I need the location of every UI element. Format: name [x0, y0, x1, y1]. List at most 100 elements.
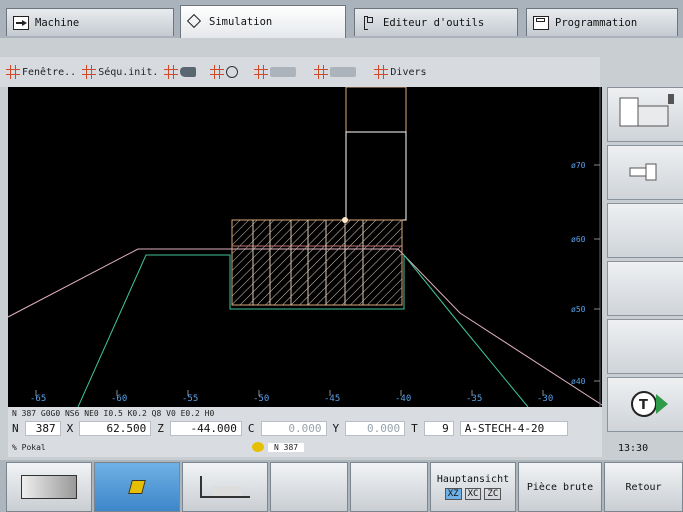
mini-n-value: N 387 — [268, 442, 305, 452]
y-tick-label: ø40 — [571, 377, 586, 386]
timer-button[interactable] — [210, 65, 239, 79]
grid-icon — [314, 65, 329, 79]
z-value: -44.000 — [169, 420, 242, 436]
simulation-diamond-icon — [186, 13, 203, 29]
y-tick-label: ø60 — [571, 235, 586, 244]
n-label: N — [12, 421, 19, 435]
start-sequence-label: Séqu.init. — [98, 66, 159, 78]
x-tick-label: -65 — [30, 394, 46, 404]
y-tick-label: ø50 — [571, 305, 586, 314]
tab-programming-label: Programmation — [555, 16, 638, 29]
tab-simulation-label: Simulation — [209, 16, 273, 28]
n-value: 387 — [24, 420, 61, 436]
x-tick-label: -45 — [324, 394, 340, 404]
workpiece-icon — [180, 67, 197, 77]
grid-icon — [164, 65, 179, 79]
view-xc-toggle[interactable]: XC — [464, 488, 482, 500]
grid-icon — [210, 65, 225, 79]
c-value: 0.000 — [260, 420, 327, 436]
grid-icon — [254, 65, 269, 79]
tool-turret-button[interactable]: T — [607, 377, 683, 432]
y-label: Y — [332, 421, 340, 435]
workpiece-view-button[interactable] — [164, 65, 197, 79]
finished-part-icon — [200, 476, 250, 498]
simulation-view[interactable]: -65 -60 -55 -50 -45 -40 -35 -30 ø70 ø60 … — [8, 87, 602, 407]
x-tick-label: -55 — [182, 394, 198, 404]
y-tick-label: ø70 — [571, 161, 586, 170]
status-panel: N 387 G0G0 NS6 NE0 I0.5 K0.2 Q8 V0 E0.2 … — [8, 407, 602, 457]
side-softkeys: T 13:30 — [604, 87, 683, 457]
side-button-4[interactable] — [607, 261, 683, 316]
machine-view-button[interactable] — [607, 87, 683, 142]
x-tick-label: -40 — [395, 394, 411, 404]
z-label: Z — [157, 421, 164, 435]
x-tick-label: -30 — [537, 394, 553, 404]
machine-arrow-icon — [13, 15, 29, 30]
tab-bar: Machine Simulation Editeur d'outils Prog… — [0, 0, 683, 38]
contour-button[interactable] — [314, 65, 357, 79]
graphics-toolbar: Fenêtre.. Séqu.init. Divers — [0, 57, 600, 87]
x-value: 62.500 — [79, 420, 152, 436]
tool-blade — [345, 131, 407, 221]
view-zc-toggle[interactable]: ZC — [484, 488, 502, 500]
tool-slot-icon — [629, 163, 657, 181]
tab-tool-editor-label: Editeur d'outils — [383, 16, 485, 29]
tab-programming[interactable]: Programmation — [526, 8, 678, 36]
misc-button[interactable]: Divers — [374, 65, 427, 79]
window-label: Fenêtre.. — [22, 66, 77, 78]
tab-simulation[interactable]: Simulation — [180, 5, 346, 38]
misc-label: Divers — [390, 66, 427, 78]
back-button[interactable]: Retour — [604, 462, 683, 512]
tab-machine-label: Machine — [35, 16, 80, 29]
blank-contour-button[interactable] — [6, 462, 92, 512]
contour-icon — [330, 67, 357, 77]
machined-area — [231, 219, 403, 306]
path-button[interactable] — [254, 65, 297, 79]
programming-disk-icon — [533, 15, 549, 30]
grid-icon — [82, 65, 97, 79]
tool-slot-button[interactable] — [607, 145, 683, 200]
back-label: Retour — [625, 481, 662, 493]
tool-holder — [345, 87, 407, 133]
y-value: 0.000 — [345, 420, 406, 436]
tab-tool-editor[interactable]: Editeur d'outils — [354, 8, 518, 36]
x-tick-label: -35 — [466, 394, 482, 404]
t-label: T — [411, 421, 418, 435]
t-value: 9 — [423, 420, 454, 436]
blank-part-button[interactable]: Pièce brute — [518, 462, 602, 512]
spindle-icon — [252, 442, 264, 452]
main-view-button[interactable]: Hauptansicht XZ XC ZC — [430, 462, 516, 512]
blank-icon — [21, 475, 77, 499]
main-view-label: Hauptansicht — [436, 474, 510, 485]
side-button-5[interactable] — [607, 319, 683, 374]
grid-icon — [374, 65, 389, 79]
clock-time: 13:30 — [618, 443, 649, 454]
path-icon — [270, 67, 297, 77]
lathe-icon — [619, 94, 674, 127]
tool-name: A-STECH-4-20 — [459, 420, 568, 436]
x-tick-label: -60 — [111, 394, 127, 404]
clock-icon — [226, 66, 239, 78]
bottom-softkeys: Hauptansicht XZ XC ZC Pièce brute Retour — [0, 460, 683, 512]
view-xz-toggle[interactable]: XZ — [444, 488, 462, 500]
finished-part-button[interactable] — [182, 462, 268, 512]
side-button-3[interactable] — [607, 203, 683, 258]
nc-block-line: N 387 G0G0 NS6 NE0 I0.5 K0.2 Q8 V0 E0.2 … — [12, 408, 215, 418]
start-sequence-button[interactable]: Séqu.init. — [82, 65, 158, 79]
x-tick-label: -50 — [253, 394, 269, 404]
svg-text:T: T — [639, 398, 648, 413]
c-label: C — [247, 421, 255, 435]
insert-view-button[interactable] — [94, 462, 180, 512]
softkey-empty-1[interactable] — [270, 462, 348, 512]
grid-icon — [6, 65, 20, 79]
tool-tip — [342, 217, 348, 223]
window-button[interactable]: Fenêtre.. — [6, 65, 76, 79]
percent-label: % Pokal — [12, 442, 46, 452]
x-label: X — [66, 421, 74, 435]
insert-icon — [128, 480, 146, 494]
softkey-empty-2[interactable] — [350, 462, 428, 512]
tab-machine[interactable]: Machine — [6, 8, 174, 36]
blank-part-label: Pièce brute — [526, 481, 594, 493]
turret-t-icon: T — [631, 391, 668, 417]
tool-editor-icon — [361, 15, 377, 30]
